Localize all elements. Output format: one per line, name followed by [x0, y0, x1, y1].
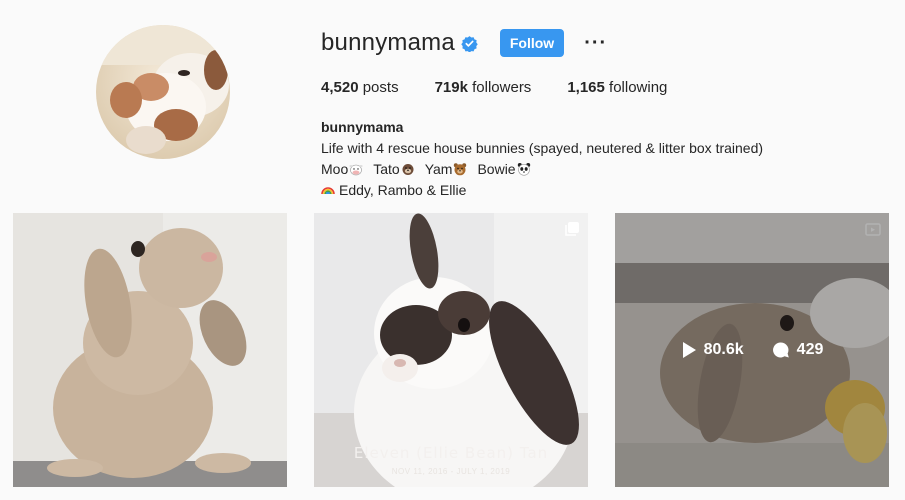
bio-rainbow-text: Eddy, Rambo & Ellie	[339, 182, 467, 198]
views-count: 80.6k	[703, 341, 744, 358]
profile-username: bunnymama	[321, 29, 455, 56]
posts-count: 4,520 posts	[321, 79, 399, 96]
verified-badge-icon	[461, 35, 478, 52]
posts-count-value: 4,520	[321, 79, 359, 96]
pet-name: Tato	[373, 161, 400, 177]
play-icon	[682, 342, 696, 358]
followers-count-value: 719k	[434, 79, 468, 96]
followers-link[interactable]: 719k followers	[435, 79, 532, 96]
post-thumbnail[interactable]: 80.6k 429	[615, 213, 889, 487]
more-options-button[interactable]: ···	[578, 33, 613, 53]
panda-face-icon	[517, 161, 531, 176]
pet-name: Bowie	[477, 161, 516, 177]
pet-name: Moo	[321, 161, 349, 177]
otter-face-icon	[401, 161, 415, 175]
posts-label: posts	[362, 79, 399, 96]
followers-label: followers	[472, 79, 532, 96]
bio-line-rainbow: Eddy, Rambo & Ellie	[321, 180, 763, 201]
post-hover-overlay: 80.6k 429	[615, 213, 889, 487]
comment-icon	[772, 342, 789, 358]
profile-stats: 4,520 posts 719k followers 1,165 followi…	[321, 79, 703, 96]
rainbow-icon	[321, 182, 335, 196]
profile-bio: bunnymama Life with 4 rescue house bunni…	[321, 117, 763, 201]
post-image	[13, 213, 287, 487]
bio-description: Life with 4 rescue house bunnies (spayed…	[321, 140, 764, 156]
following-count-value: 1,165	[567, 79, 605, 96]
following-link[interactable]: 1,165 following	[567, 79, 667, 96]
bear-face-icon	[453, 161, 467, 176]
post-thumbnail[interactable]: Eleven (Ellie Bean) Tan NOV 11, 2016 - J…	[314, 213, 588, 487]
profile-header: bunnymama Follow ···	[321, 28, 613, 58]
profile-avatar[interactable]	[96, 25, 230, 159]
bio-name: bunnymama	[321, 119, 404, 135]
post-caption-title: Eleven (Ellie Bean) Tan	[353, 444, 549, 462]
cow-face-icon	[349, 161, 363, 176]
post-caption-date: NOV 11, 2016 - JULY 1, 2019	[391, 467, 511, 476]
follow-button[interactable]: Follow	[499, 29, 565, 57]
following-label: following	[609, 79, 668, 96]
pet-name: Yam	[424, 161, 453, 177]
carousel-icon	[565, 222, 579, 236]
comments-stat: 429	[772, 341, 824, 359]
bio-pets-line: Moo Tato Yam Bowie	[321, 159, 763, 180]
comments-count: 429	[796, 341, 824, 358]
post-thumbnail[interactable]	[13, 213, 287, 487]
views-stat: 80.6k	[681, 341, 744, 359]
